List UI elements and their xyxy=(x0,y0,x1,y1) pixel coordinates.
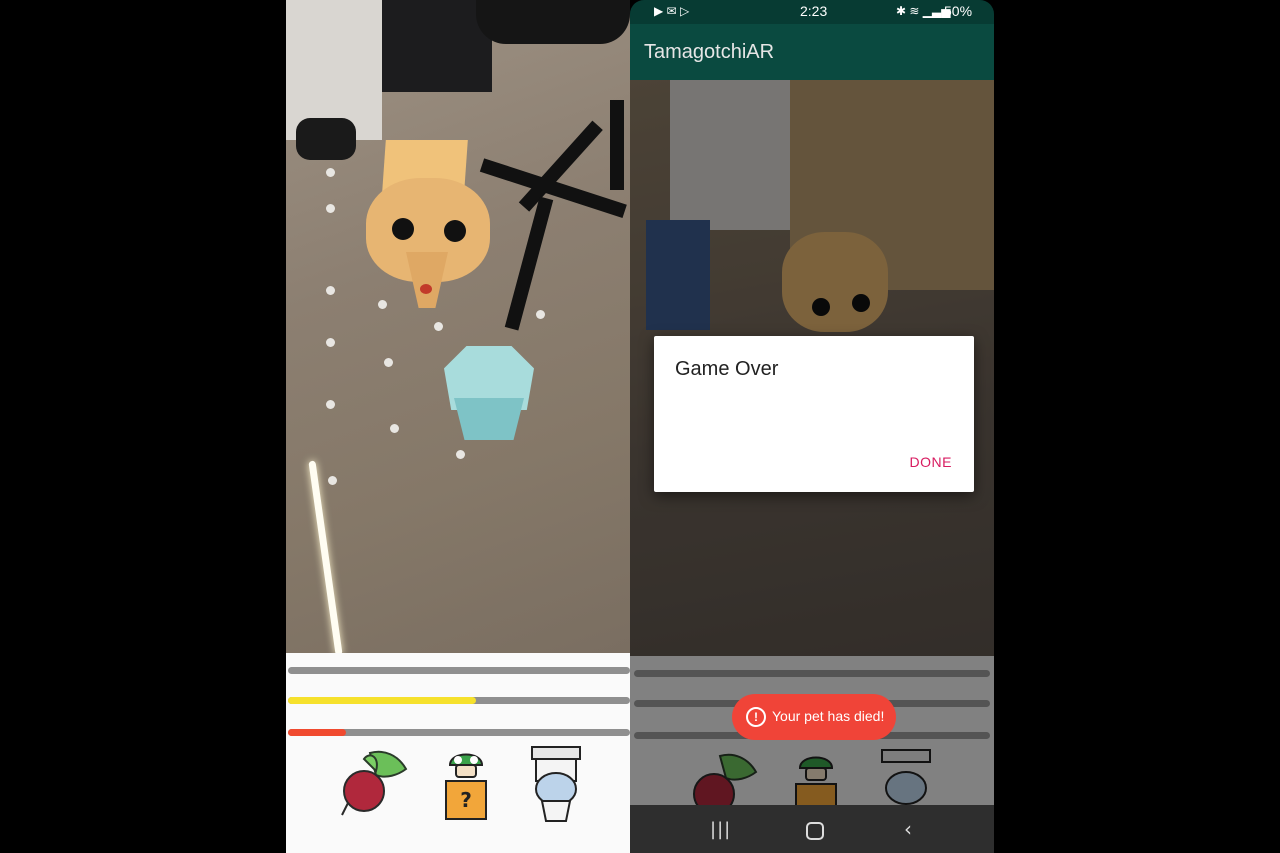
app-bar: TamagotchiAR xyxy=(630,24,994,80)
plane-dot xyxy=(326,204,335,213)
svg-text:?: ? xyxy=(460,788,472,812)
toast-message: Your pet has died! xyxy=(772,708,885,724)
chair-seat xyxy=(476,0,630,44)
status-bar: ▶ ✉ ▷ 2:23 ✱ ≋ ▁▃▅ 50% xyxy=(630,0,994,24)
energy-bar-fill xyxy=(288,729,347,736)
food-bowl[interactable] xyxy=(444,346,534,444)
light-reflection xyxy=(308,460,343,656)
game-controller xyxy=(296,118,356,160)
plane-dot xyxy=(326,286,335,295)
pet-eye xyxy=(444,220,466,242)
stat-panel: ? xyxy=(286,653,630,853)
recents-button[interactable]: ||| xyxy=(710,819,731,840)
feed-button[interactable] xyxy=(340,749,412,819)
home-button[interactable] xyxy=(806,822,824,840)
plane-dot xyxy=(456,450,465,459)
toilet-icon xyxy=(531,746,581,822)
done-button[interactable]: DONE xyxy=(910,454,952,470)
pet-mouth xyxy=(420,284,432,294)
plane-dot xyxy=(328,476,337,485)
chair-leg xyxy=(610,100,624,190)
mushroom-block-icon: ? xyxy=(445,753,487,820)
bowl-body xyxy=(454,398,524,440)
connectivity-icons: ✱ ≋ ▁▃▅ xyxy=(896,4,951,18)
chair-leg xyxy=(504,196,554,331)
death-toast: ! Your pet has died! xyxy=(732,694,896,740)
ar-pet[interactable] xyxy=(364,140,490,310)
ar-camera-screen: ? xyxy=(286,0,630,853)
back-button[interactable]: ‹ xyxy=(904,817,912,841)
hunger-bar xyxy=(288,697,630,704)
alert-icon: ! xyxy=(746,707,766,727)
plane-dot xyxy=(434,322,443,331)
system-nav-bar: ||| ‹ xyxy=(630,805,994,853)
plane-dot xyxy=(536,310,545,319)
game-over-dialog: Game Over DONE xyxy=(654,336,974,492)
pet-eye xyxy=(392,218,414,240)
toilet-button[interactable] xyxy=(530,745,582,823)
camera-view xyxy=(286,0,630,656)
plane-dot xyxy=(326,338,335,347)
plane-dot xyxy=(390,424,399,433)
hunger-bar-fill xyxy=(288,697,477,704)
plane-dot xyxy=(384,358,393,367)
plane-dot xyxy=(326,400,335,409)
energy-bar xyxy=(288,729,630,736)
health-bar xyxy=(288,667,630,674)
game-over-screen: ▶ ✉ ▷ 2:23 ✱ ≋ ▁▃▅ 50% TamagotchiAR Game… xyxy=(630,0,994,853)
dialog-title: Game Over xyxy=(675,358,779,380)
notification-icons: ▶ ✉ ▷ xyxy=(654,4,690,18)
app-title: TamagotchiAR xyxy=(644,41,775,63)
battery-level: 50% xyxy=(944,3,973,19)
play-button[interactable]: ? xyxy=(444,745,488,821)
radish-icon xyxy=(341,750,408,816)
clock: 2:23 xyxy=(800,3,828,19)
plane-dot xyxy=(326,168,335,177)
